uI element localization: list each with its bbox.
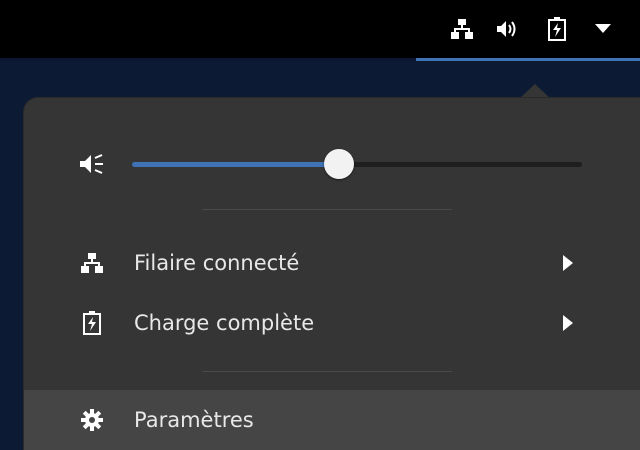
separator bbox=[202, 209, 452, 210]
volume-muted-icon bbox=[80, 152, 110, 176]
volume-icon bbox=[496, 17, 520, 41]
menu-item-label: Paramètres bbox=[134, 408, 254, 432]
system-tray[interactable] bbox=[416, 0, 640, 58]
menu-item-battery[interactable]: Charge complète bbox=[24, 296, 640, 350]
menu-item-wired[interactable]: Filaire connecté bbox=[24, 236, 640, 290]
volume-slider-fill bbox=[132, 162, 339, 167]
chevron-down-icon bbox=[591, 17, 615, 41]
menu-item-label: Charge complète bbox=[134, 311, 315, 335]
tray-active-indicator bbox=[416, 58, 640, 61]
menu-pointer bbox=[519, 84, 551, 99]
menu-item-settings[interactable]: Paramètres bbox=[24, 390, 640, 450]
battery-charging-icon bbox=[80, 311, 104, 335]
volume-slider-handle[interactable] bbox=[324, 149, 354, 179]
gear-icon bbox=[80, 408, 104, 432]
separator bbox=[202, 371, 452, 372]
battery-charging-icon bbox=[545, 17, 569, 41]
volume-slider[interactable] bbox=[132, 149, 582, 179]
system-menu: Filaire connecté Charge complète Paramèt… bbox=[24, 98, 640, 450]
submenu-arrow-icon bbox=[561, 313, 575, 333]
network-wired-icon bbox=[450, 17, 474, 41]
network-wired-icon bbox=[80, 251, 104, 275]
menu-item-label: Filaire connecté bbox=[134, 251, 300, 275]
submenu-arrow-icon bbox=[561, 253, 575, 273]
